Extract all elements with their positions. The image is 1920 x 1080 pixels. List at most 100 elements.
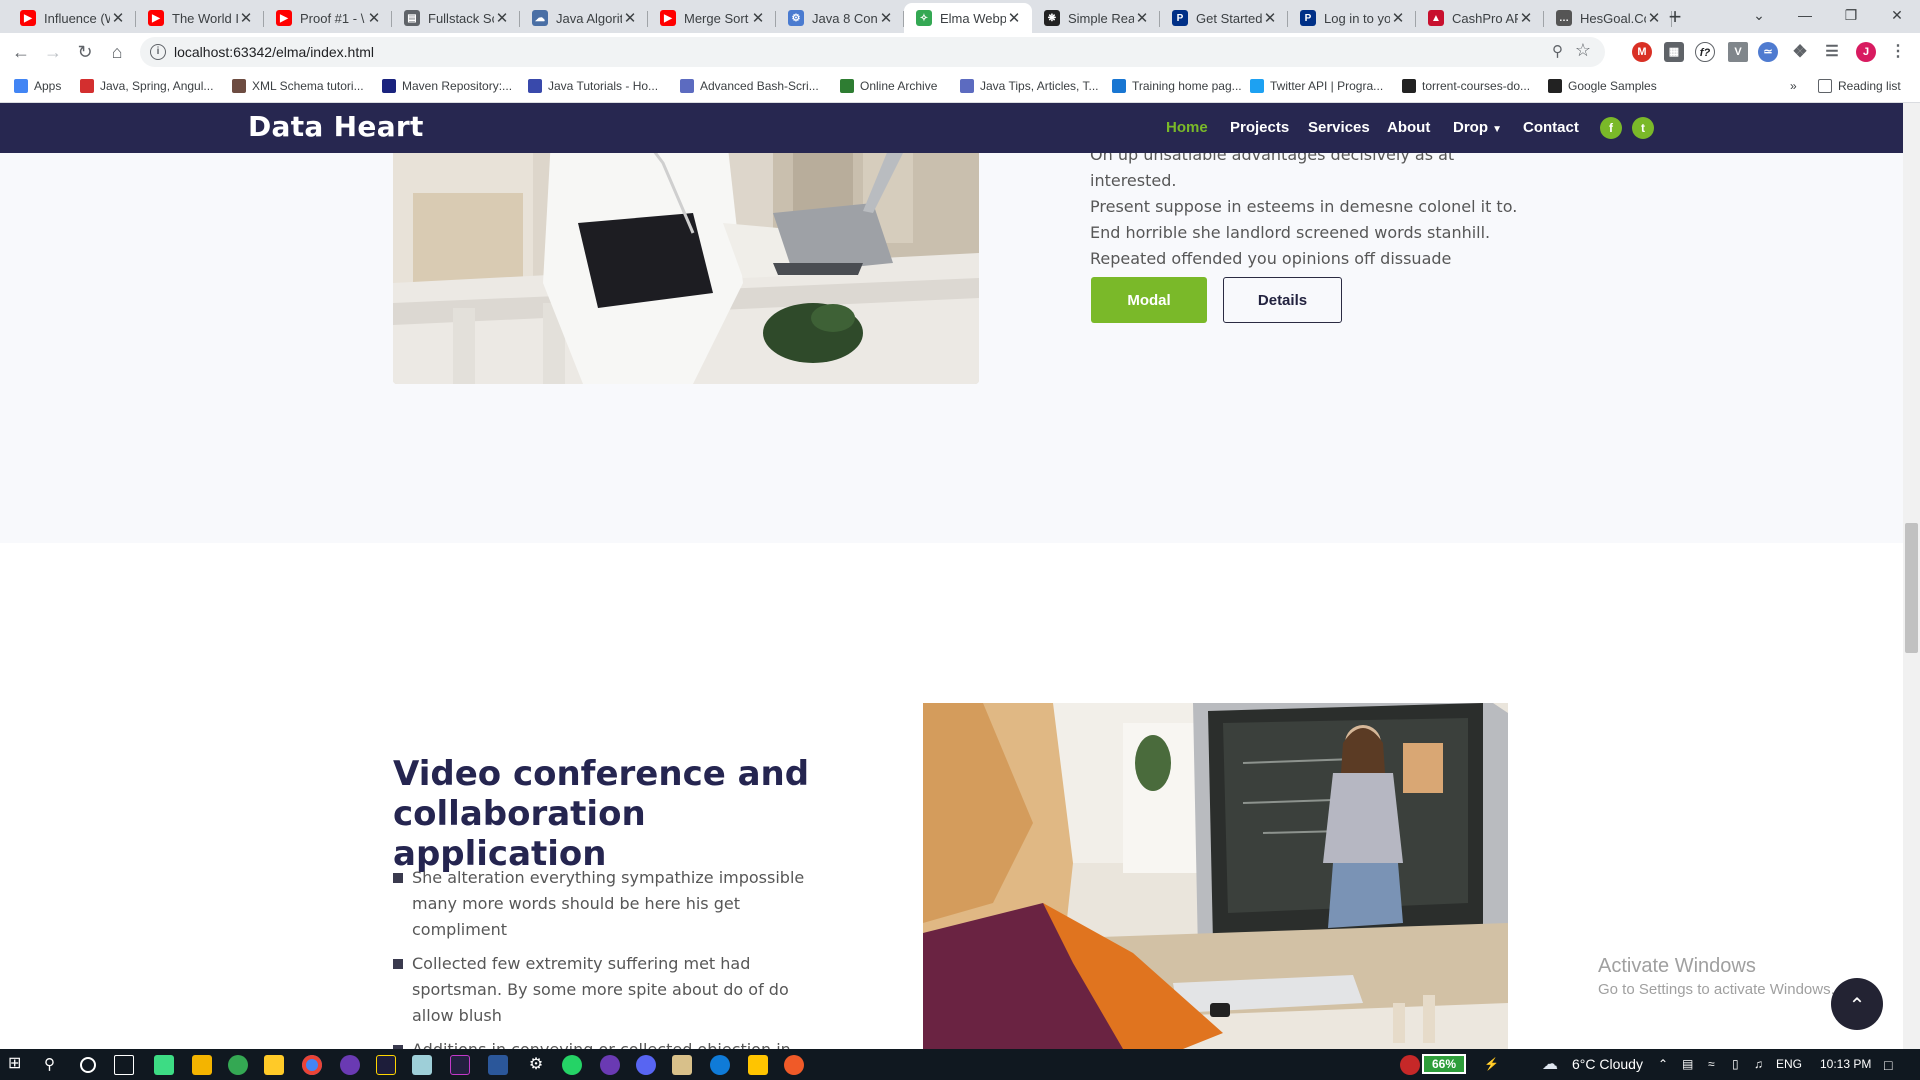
nav-link-projects[interactable]: Projects bbox=[1230, 119, 1289, 136]
task-view-icon[interactable] bbox=[114, 1055, 134, 1075]
app-icon-14[interactable] bbox=[636, 1055, 656, 1075]
tab-close-icon[interactable]: ✕ bbox=[1518, 9, 1534, 27]
tab-close-icon[interactable]: ✕ bbox=[1646, 9, 1662, 27]
browser-tab[interactable]: ☁ Java Algorit ✕ bbox=[520, 3, 648, 33]
language-indicator[interactable]: ENG bbox=[1776, 1057, 1802, 1071]
android-studio-icon[interactable] bbox=[154, 1055, 174, 1075]
profile-avatar[interactable]: J bbox=[1856, 42, 1876, 62]
forward-arrow-icon[interactable]: → bbox=[40, 39, 66, 65]
nav-dropdown[interactable]: Drop ▼ bbox=[1453, 119, 1502, 136]
extensions-puzzle-icon[interactable]: ❖ bbox=[1790, 42, 1810, 62]
notifications-icon[interactable]: □ bbox=[1884, 1057, 1892, 1073]
app-icon-6[interactable] bbox=[340, 1055, 360, 1075]
modal-button[interactable]: Modal bbox=[1091, 277, 1207, 323]
app-icon-2[interactable] bbox=[192, 1055, 212, 1075]
battery-indicator[interactable]: 66% bbox=[1422, 1054, 1466, 1074]
bookmark-item[interactable]: Java Tips, Articles, T... bbox=[960, 79, 1099, 93]
extension-v-icon[interactable]: V bbox=[1728, 42, 1748, 62]
browser-tab[interactable]: ⚙ Java 8 Conc ✕ bbox=[776, 3, 904, 33]
restore-button[interactable]: ❐ bbox=[1828, 0, 1874, 30]
app-icon-13[interactable] bbox=[600, 1055, 620, 1075]
nav-link-services[interactable]: Services bbox=[1308, 119, 1370, 136]
browser-tab[interactable]: ▶ Influence (W ✕ bbox=[8, 3, 136, 33]
browser-tab[interactable]: P Log in to yo ✕ bbox=[1288, 3, 1416, 33]
browser-tab[interactable]: … HesGoal.Co ✕ bbox=[1544, 3, 1672, 33]
wifi-icon[interactable]: ≈ bbox=[1708, 1057, 1715, 1071]
home-icon[interactable]: ⌂ bbox=[104, 39, 130, 65]
windows-start-icon[interactable]: ⊞ bbox=[8, 1055, 28, 1075]
bookmark-item[interactable]: Java Tutorials - Ho... bbox=[528, 79, 658, 93]
bookmark-item[interactable]: Maven Repository:... bbox=[382, 79, 512, 93]
site-info-icon[interactable]: i bbox=[150, 44, 166, 60]
weather-text[interactable]: 6°C Cloudy bbox=[1572, 1056, 1643, 1072]
edge-icon[interactable] bbox=[710, 1055, 730, 1075]
bookmark-item[interactable]: torrent-courses-do... bbox=[1402, 79, 1530, 93]
sticky-notes-icon[interactable] bbox=[748, 1055, 768, 1075]
tab-close-icon[interactable]: ✕ bbox=[366, 9, 382, 27]
app-icon-15[interactable] bbox=[672, 1055, 692, 1075]
tab-close-icon[interactable]: ✕ bbox=[238, 9, 254, 27]
browser-tab[interactable]: ▤ Fullstack Sc ✕ bbox=[392, 3, 520, 33]
scrollbar-thumb[interactable] bbox=[1905, 523, 1918, 653]
settings-gear-icon[interactable]: ⚙ bbox=[526, 1055, 546, 1075]
tab-close-icon[interactable]: ✕ bbox=[622, 9, 638, 27]
app-icon-18[interactable] bbox=[784, 1055, 804, 1075]
search-icon[interactable]: ⚲ bbox=[44, 1055, 64, 1075]
chrome-icon[interactable] bbox=[302, 1055, 322, 1075]
whatsapp-icon[interactable] bbox=[562, 1055, 582, 1075]
bookmark-item[interactable]: Apps bbox=[14, 79, 61, 93]
bookmark-item[interactable]: Advanced Bash-Scri... bbox=[680, 79, 819, 93]
reload-icon[interactable]: ↻ bbox=[72, 39, 98, 65]
bookmark-item[interactable]: Twitter API | Progra... bbox=[1250, 79, 1383, 93]
browser-tab[interactable]: ❋ Simple Rea ✕ bbox=[1032, 3, 1160, 33]
tab-close-icon[interactable]: ✕ bbox=[750, 9, 766, 27]
scroll-to-top-button[interactable]: ⌃ bbox=[1831, 978, 1883, 1030]
tab-close-icon[interactable]: ✕ bbox=[878, 9, 894, 27]
media-control-icon[interactable]: ☰ bbox=[1822, 42, 1842, 62]
extension-sheet-icon[interactable]: ▦ bbox=[1664, 42, 1684, 62]
tab-close-icon[interactable]: ✕ bbox=[1006, 9, 1022, 27]
app-icon-3[interactable] bbox=[228, 1055, 248, 1075]
browser-tab[interactable]: ▶ The World I ✕ bbox=[136, 3, 264, 33]
word-icon[interactable] bbox=[488, 1055, 508, 1075]
nav-link-home[interactable]: Home bbox=[1166, 119, 1208, 136]
close-window-button[interactable]: ✕ bbox=[1874, 0, 1920, 30]
cortana-icon[interactable] bbox=[80, 1057, 96, 1073]
tab-close-icon[interactable]: ✕ bbox=[1134, 9, 1150, 27]
minimize-button[interactable]: — bbox=[1782, 0, 1828, 30]
bookmark-star-icon[interactable]: ☆ bbox=[1575, 40, 1591, 61]
browser-tab[interactable]: ▶ Proof #1 - \ ✕ bbox=[264, 3, 392, 33]
browser-tab[interactable]: ▲ CashPro AP ✕ bbox=[1416, 3, 1544, 33]
twitter-icon[interactable]: t bbox=[1632, 117, 1654, 139]
clock[interactable]: 10:13 PM bbox=[1820, 1057, 1871, 1071]
bookmark-item[interactable]: Training home pag... bbox=[1112, 79, 1242, 93]
bookmarks-overflow-icon[interactable]: » bbox=[1790, 79, 1797, 93]
nav-link-contact[interactable]: Contact bbox=[1523, 119, 1579, 136]
volume-icon[interactable]: ♫ bbox=[1754, 1057, 1763, 1071]
nav-link-about[interactable]: About bbox=[1387, 119, 1430, 136]
tab-search-icon[interactable]: ⌄ bbox=[1736, 0, 1782, 30]
phpstorm-icon[interactable] bbox=[450, 1055, 470, 1075]
details-button[interactable]: Details bbox=[1223, 277, 1342, 323]
bookmark-item[interactable]: Online Archive bbox=[840, 79, 937, 93]
tab-close-icon[interactable]: ✕ bbox=[1390, 9, 1406, 27]
site-brand-logo[interactable]: Data Heart bbox=[248, 110, 424, 143]
cloud-weather-icon[interactable]: ☁ bbox=[1542, 1054, 1558, 1074]
browser-tab[interactable]: ▶ Merge Sort ✕ bbox=[648, 3, 776, 33]
tray-chevron-up-icon[interactable]: ⌃ bbox=[1658, 1057, 1668, 1071]
network-icon[interactable]: ▤ bbox=[1682, 1057, 1693, 1071]
tab-close-icon[interactable]: ✕ bbox=[1262, 9, 1278, 27]
browser-tab[interactable]: P Get Started ✕ bbox=[1160, 3, 1288, 33]
zoom-icon[interactable]: ⚲ bbox=[1552, 42, 1563, 60]
back-arrow-icon[interactable]: ← bbox=[8, 39, 34, 65]
bookmark-item[interactable]: XML Schema tutori... bbox=[232, 79, 364, 93]
new-tab-button[interactable]: + bbox=[1662, 5, 1688, 31]
chrome-menu-icon[interactable]: ⋮ bbox=[1888, 42, 1908, 62]
extension-m-icon[interactable]: M bbox=[1632, 42, 1652, 62]
tab-close-icon[interactable]: ✕ bbox=[110, 9, 126, 27]
app-icon-8[interactable] bbox=[412, 1055, 432, 1075]
tab-close-icon[interactable]: ✕ bbox=[494, 9, 510, 27]
address-bar[interactable]: i localhost:63342/elma/index.html ⚲ ☆ bbox=[140, 37, 1605, 67]
battery-tray-icon[interactable]: ▯ bbox=[1732, 1057, 1739, 1071]
plug-icon[interactable]: ⚡ bbox=[1484, 1057, 1499, 1071]
